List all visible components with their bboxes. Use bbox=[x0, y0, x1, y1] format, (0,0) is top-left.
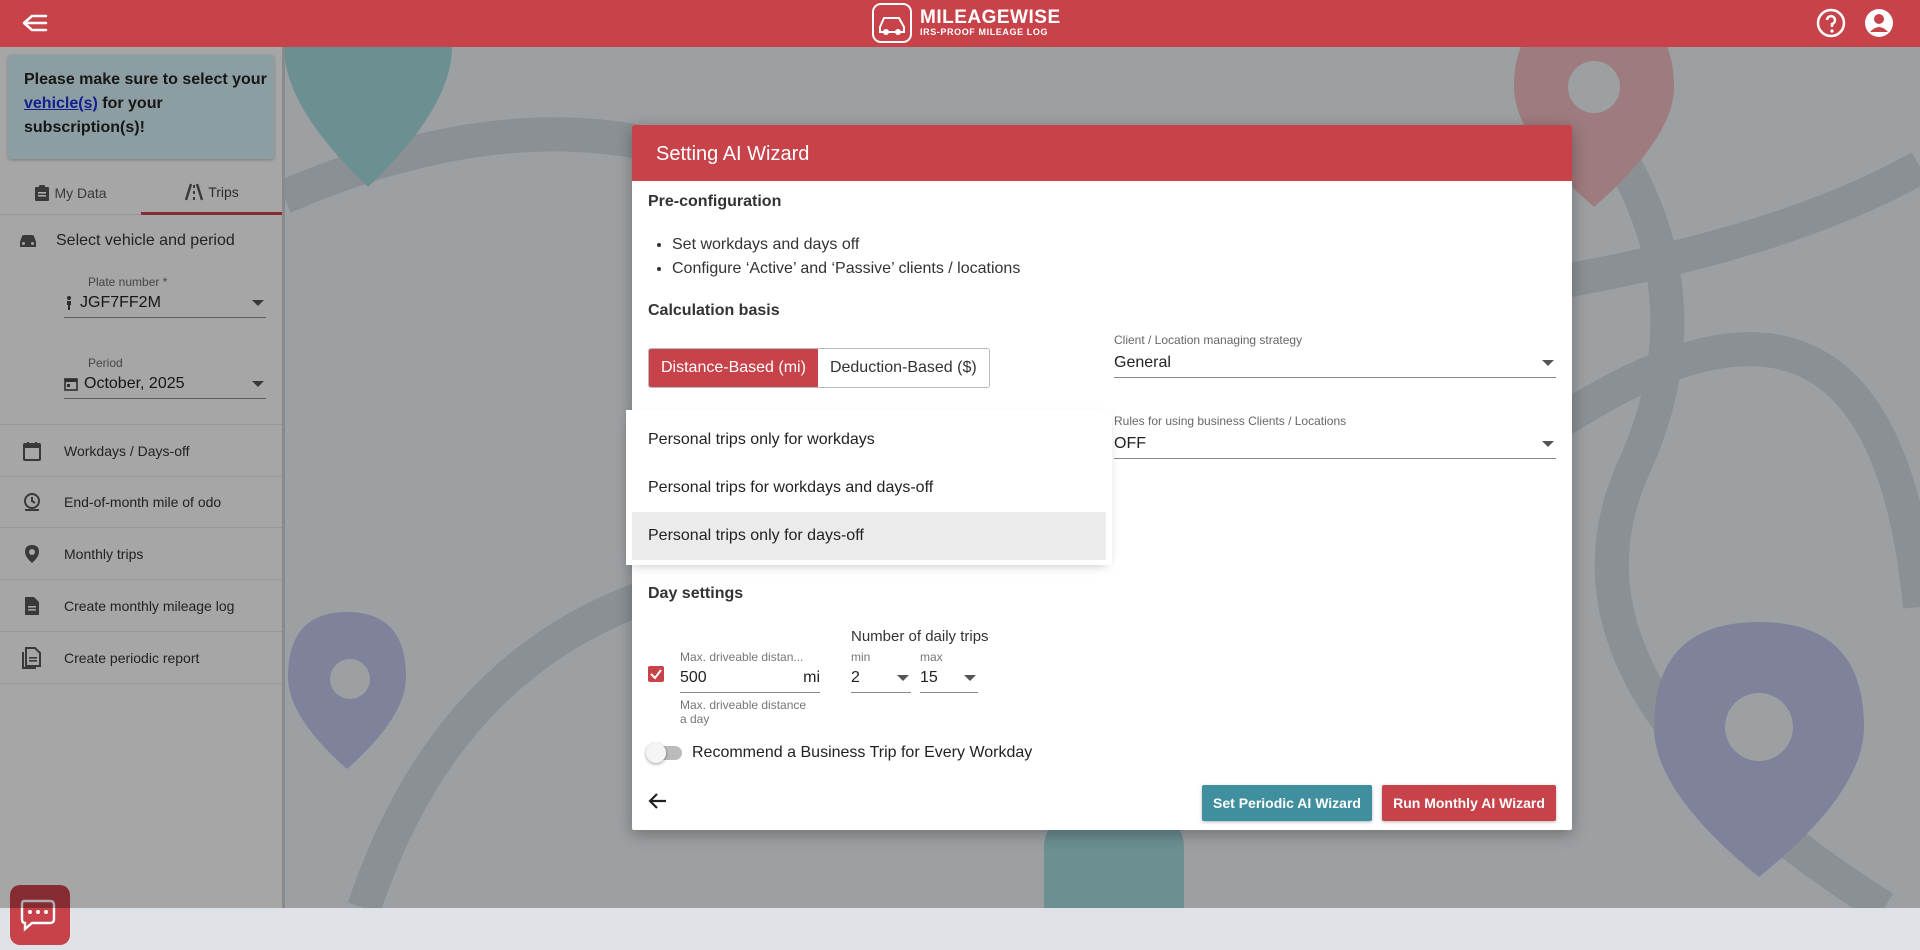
max-distance-helper: Max. driveable distance a day bbox=[680, 698, 807, 726]
brand-name: MILEAGEWISE bbox=[920, 6, 1061, 28]
chevron-down-icon bbox=[1542, 441, 1554, 447]
strategy-label: Client / Location managing strategy bbox=[1114, 333, 1303, 347]
strategy-value: General bbox=[1114, 354, 1171, 371]
max-value: 15 bbox=[920, 669, 938, 686]
recommend-business-trip-switch[interactable] bbox=[646, 743, 682, 763]
preconfig-list: Set workdays and days off Configure ‘Act… bbox=[648, 233, 1020, 281]
account-icon[interactable] bbox=[1863, 7, 1895, 39]
chevron-down-icon bbox=[1542, 360, 1554, 366]
distance-based-button[interactable]: Distance-Based (mi) bbox=[649, 349, 818, 387]
rules-label: Rules for using business Clients / Locat… bbox=[1114, 414, 1347, 428]
chevron-down-icon bbox=[964, 675, 976, 681]
min-label: min bbox=[851, 650, 871, 664]
max-label: max bbox=[920, 650, 943, 664]
recommend-label: Recommend a Business Trip for Every Work… bbox=[692, 744, 1033, 761]
calc-basis-heading: Calculation basis bbox=[648, 302, 780, 319]
max-distance-label: Max. driveable distan... bbox=[680, 650, 804, 664]
back-arrow-icon[interactable] bbox=[648, 792, 668, 810]
min-trips-select[interactable]: min 2 bbox=[851, 650, 911, 693]
min-value: 2 bbox=[851, 669, 860, 686]
daily-trips-label: Number of daily trips bbox=[851, 628, 989, 645]
calc-basis-toggle: Distance-Based (mi) Deduction-Based ($) bbox=[648, 348, 990, 388]
dialog-header: Setting AI Wizard bbox=[632, 125, 1572, 181]
check-icon bbox=[650, 669, 662, 680]
run-monthly-ai-wizard-button[interactable]: Run Monthly AI Wizard bbox=[1382, 785, 1556, 821]
strategy-select[interactable]: Client / Location managing strategy Gene… bbox=[1114, 333, 1556, 378]
dialog-title: Setting AI Wizard bbox=[656, 143, 810, 165]
max-distance-field[interactable]: Max. driveable distan... 500 mi Max. driv… bbox=[680, 650, 820, 726]
list-item: Set workdays and days off bbox=[672, 233, 1020, 257]
switch-knob bbox=[646, 743, 666, 763]
back-arrow-icon[interactable] bbox=[20, 10, 50, 36]
max-distance-value: 500 bbox=[680, 669, 707, 686]
brand-logo[interactable]: MILEAGEWISE IRS-PROOF MILEAGE LOG bbox=[872, 2, 1061, 44]
rules-select[interactable]: Rules for using business Clients / Locat… bbox=[1114, 414, 1556, 459]
deduction-based-button[interactable]: Deduction-Based ($) bbox=[818, 349, 989, 387]
rules-value: OFF bbox=[1114, 435, 1146, 452]
max-distance-unit: mi bbox=[803, 669, 820, 686]
menu-option-workdays-and-days-off[interactable]: Personal trips for workdays and days-off bbox=[632, 464, 1106, 512]
menu-option-workdays[interactable]: Personal trips only for workdays bbox=[632, 416, 1106, 464]
personal-trips-menu: Personal trips only for workdays Persona… bbox=[632, 416, 1106, 560]
max-trips-select[interactable]: max 15 bbox=[920, 650, 978, 693]
max-distance-checkbox[interactable] bbox=[648, 666, 664, 682]
car-logo-icon bbox=[872, 3, 912, 43]
preconfig-heading: Pre-configuration bbox=[648, 193, 782, 210]
top-bar: MILEAGEWISE IRS-PROOF MILEAGE LOG bbox=[0, 0, 1920, 47]
list-item: Configure ‘Active’ and ‘Passive’ clients… bbox=[672, 257, 1020, 281]
day-settings-heading: Day settings bbox=[648, 585, 744, 602]
set-periodic-ai-wizard-button[interactable]: Set Periodic AI Wizard bbox=[1202, 785, 1372, 821]
chevron-down-icon bbox=[897, 675, 909, 681]
brand-tagline: IRS-PROOF MILEAGE LOG bbox=[920, 26, 1049, 37]
help-icon[interactable] bbox=[1815, 7, 1847, 39]
menu-option-days-off[interactable]: Personal trips only for days-off bbox=[632, 512, 1106, 560]
